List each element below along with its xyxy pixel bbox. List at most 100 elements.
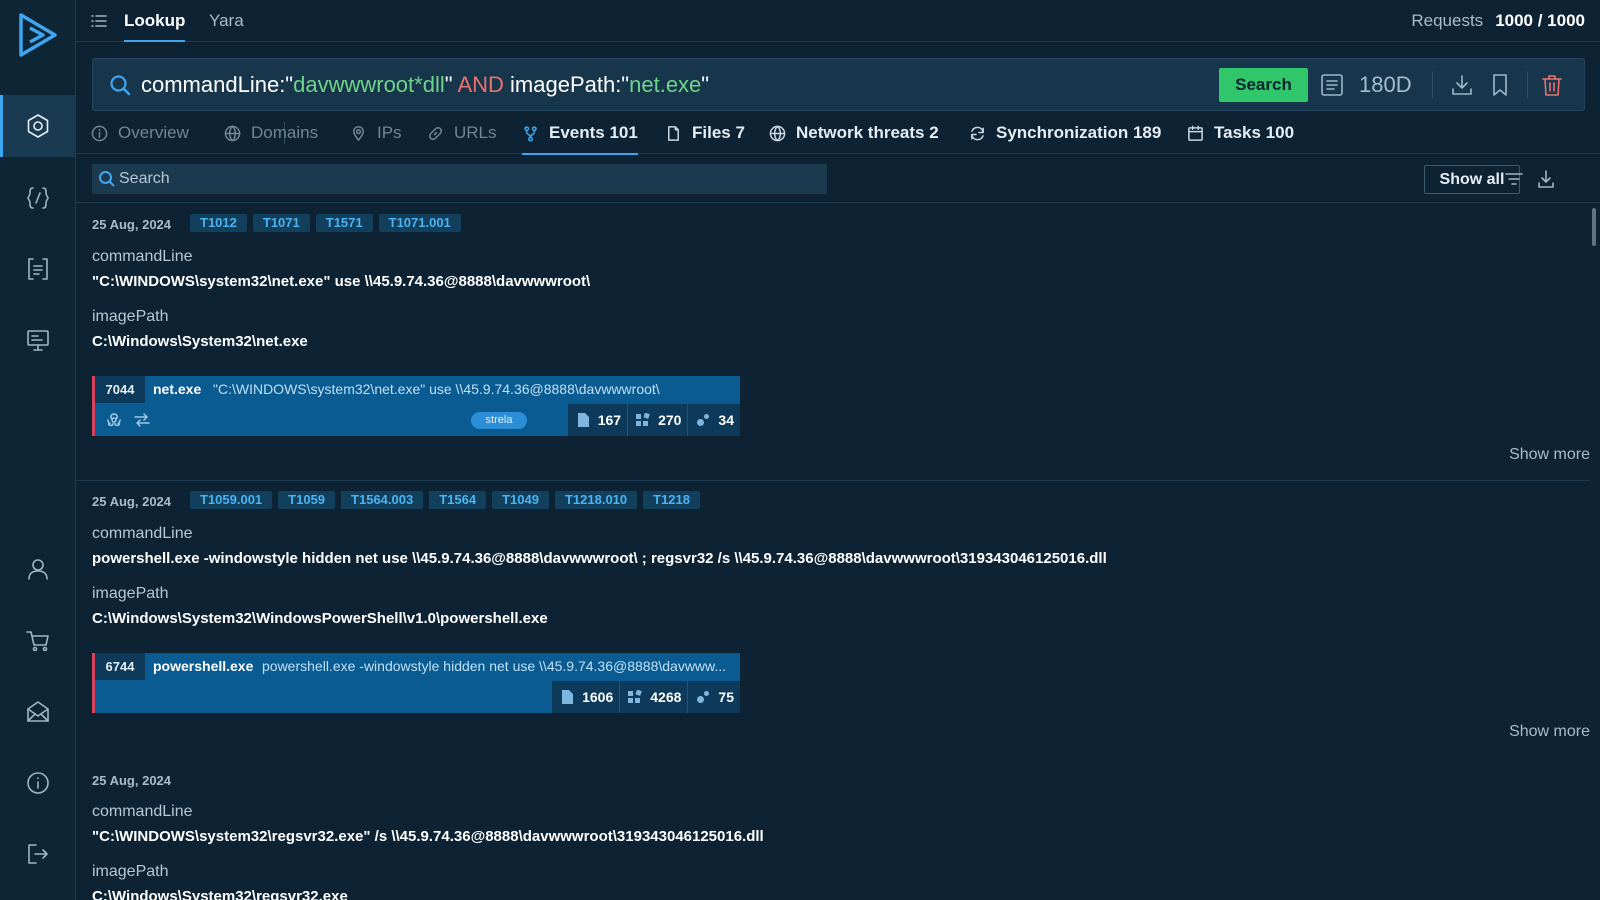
stat-files: 167 (568, 404, 627, 436)
tab-label: Events 101 (549, 123, 638, 142)
trash-icon (1542, 75, 1562, 96)
query-token-string: net.exe (629, 72, 702, 97)
stat-settings-value: 75 (718, 689, 734, 705)
sidebar-item-info[interactable] (0, 752, 76, 814)
show-more-link[interactable]: Show more (1509, 446, 1590, 464)
process-footer: strela 167 270 34 (95, 404, 740, 436)
tab-label: URLs (454, 123, 497, 142)
logout-icon (28, 844, 48, 864)
technique-tag[interactable]: T1218 (643, 491, 701, 509)
process-card[interactable]: 6744 powershell.exe powershell.exe -wind… (92, 653, 740, 713)
field-value: C:\Windows\System32\regsvr32.exe (92, 888, 348, 900)
sidebar-item-lookup[interactable] (0, 95, 76, 157)
process-family-badge[interactable]: strela (471, 412, 527, 429)
event-card: 25 Aug, 2024 T1059.001 T1059 T1564.003 T… (76, 481, 1590, 757)
download-button[interactable] (1449, 72, 1475, 98)
play-logo-icon (19, 13, 57, 57)
query-token: commandLine:" (141, 72, 294, 97)
tab-label: Synchronization 189 (996, 123, 1162, 142)
technique-tags: T1012 T1071 T1571 T1071.001 (190, 214, 461, 232)
process-flags (105, 411, 151, 429)
stat-files: 1606 (552, 681, 619, 713)
stat-modules-value: 270 (658, 412, 682, 428)
tab-ips[interactable]: IPs (350, 112, 402, 154)
bookmark-button[interactable] (1487, 72, 1513, 98)
technique-tag[interactable]: T1564 (429, 491, 487, 509)
divider (1432, 71, 1433, 99)
process-commandline: powershell.exe -windowstyle hidden net u… (262, 658, 727, 674)
technique-tag[interactable]: T1012 (190, 214, 247, 232)
document-brackets-icon (28, 258, 48, 280)
app-root: Lookup Yara Requests 1000 / 1000 commandL… (0, 0, 1600, 900)
list-document-icon (1321, 74, 1343, 96)
sidebar-item-cart[interactable] (0, 610, 76, 672)
process-pid: 7044 (95, 376, 145, 403)
query-bar[interactable]: commandLine:"davwwwroot*dll" AND imagePa… (92, 58, 1585, 111)
field-label: imagePath (92, 308, 169, 325)
tab-tasks[interactable]: Tasks 100 (1187, 112, 1294, 154)
field-label: commandLine (92, 803, 193, 820)
brand-logo[interactable] (0, 0, 76, 70)
field-value: "C:\WINDOWS\system32\net.exe" use \\45.9… (92, 273, 591, 290)
event-date: 25 Aug, 2024 (92, 773, 172, 788)
sidebar-item-messages[interactable] (0, 681, 76, 743)
sidebar-item-monitor[interactable] (0, 309, 76, 371)
technique-tag[interactable]: T1059 (278, 491, 336, 509)
query-input[interactable]: commandLine:"davwwwroot*dll" AND imagePa… (141, 59, 709, 112)
period-selector[interactable]: 180D (1359, 59, 1412, 112)
tab-lookup[interactable]: Lookup (124, 0, 186, 42)
filter-button[interactable] (1504, 169, 1524, 189)
field-label: commandLine (92, 525, 193, 542)
tab-label: IPs (377, 123, 402, 142)
technique-tag[interactable]: T1571 (315, 214, 373, 232)
tab-urls[interactable]: URLs (427, 112, 497, 154)
stat-settings: 75 (687, 681, 740, 713)
process-card[interactable]: 7044 net.exe "C:\WINDOWS\system32\net.ex… (92, 376, 740, 436)
filter-icon (1505, 173, 1523, 185)
export-button[interactable] (1536, 169, 1556, 189)
field-label: imagePath (92, 863, 169, 880)
scrollbar-thumb[interactable] (1592, 208, 1596, 246)
sidebar-item-reports[interactable] (0, 238, 76, 300)
globe-icon (224, 125, 241, 141)
sidebar-item-code[interactable] (0, 167, 76, 229)
sidebar (0, 0, 76, 900)
modules-icon (636, 413, 650, 426)
globe-icon (769, 125, 786, 141)
sidebar-item-profile[interactable] (0, 538, 76, 600)
technique-tag[interactable]: T1071.001 (378, 214, 461, 232)
technique-tag[interactable]: T1218.010 (554, 491, 638, 509)
tab-label: Network threats 2 (796, 123, 939, 142)
technique-tag[interactable]: T1049 (492, 491, 549, 509)
tab-label: Tasks 100 (1214, 123, 1295, 142)
query-list-button[interactable] (1319, 72, 1345, 98)
event-date: 25 Aug, 2024 (92, 494, 172, 509)
field-value: powershell.exe -windowstyle hidden net u… (92, 550, 1107, 567)
technique-tags: T1059.001 T1059 T1564.003 T1564 T1049 T1… (190, 491, 701, 509)
tab-events[interactable]: Events 101 (522, 112, 638, 155)
technique-tag[interactable]: T1059.001 (190, 491, 273, 509)
stat-modules: 4268 (619, 681, 687, 713)
stat-modules: 270 (627, 404, 687, 436)
tab-overview[interactable]: Overview (91, 112, 189, 154)
technique-tag[interactable]: T1071 (252, 214, 310, 232)
tab-files[interactable]: Files 7 (665, 112, 745, 154)
query-token-string: davwwwroot*dll (293, 72, 445, 97)
tab-network-threats[interactable]: Network threats 2 (769, 112, 939, 154)
tab-domains[interactable]: Domains (224, 112, 318, 154)
query-token: " (701, 72, 710, 97)
curly-braces-icon (27, 187, 49, 209)
delete-button[interactable] (1539, 72, 1565, 98)
tab-synchronization[interactable]: Synchronization 189 (969, 112, 1161, 154)
search-icon (110, 75, 131, 96)
event-search-input[interactable] (119, 164, 819, 194)
technique-tag[interactable]: T1564.003 (341, 491, 424, 509)
show-more-link[interactable]: Show more (1509, 723, 1590, 741)
tab-yara[interactable]: Yara (209, 0, 244, 42)
info-icon (91, 125, 108, 141)
menu-list-icon[interactable] (90, 12, 108, 30)
field-label: commandLine (92, 248, 193, 265)
requests-value: 1000 / 1000 (1495, 11, 1585, 30)
search-button[interactable]: Search (1219, 68, 1308, 102)
sidebar-item-logout[interactable] (0, 823, 76, 885)
